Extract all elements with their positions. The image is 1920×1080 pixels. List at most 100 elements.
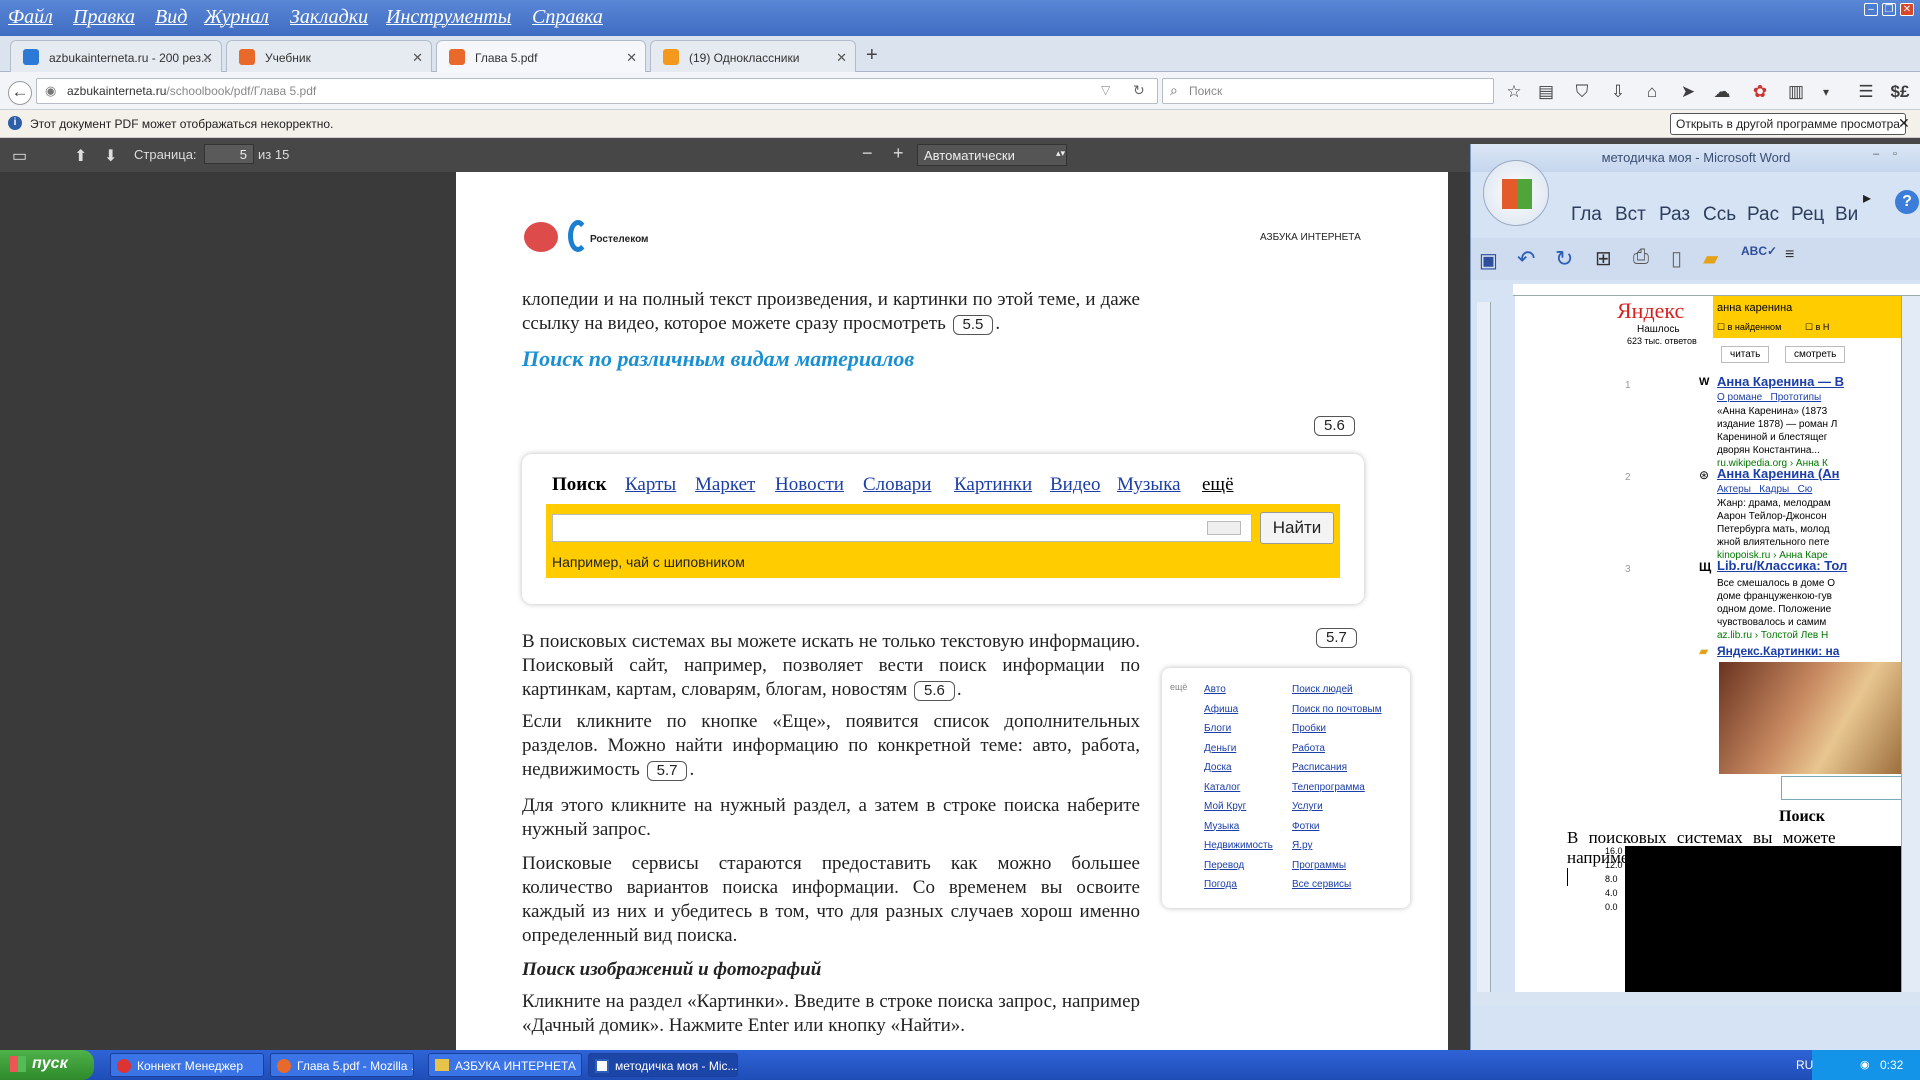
tab-label: azbukainternetа.ru - 200 рез... [49,51,212,65]
diagram-icon[interactable]: ⊞ [1595,246,1612,271]
ribbon-tab[interactable]: Раз [1659,204,1690,226]
ribbon-tab[interactable]: Гла [1571,204,1602,226]
vertical-scrollbar[interactable] [1901,296,1920,992]
close-icon[interactable]: ✕ [626,50,637,66]
close-icon[interactable]: ✕ [412,50,423,66]
bookmark-star-icon[interactable]: ☆ [1504,82,1524,102]
ribbon-tab[interactable]: Вст [1615,204,1646,226]
url-bar[interactable]: ◉ azbukainternetа.ru/schoolbook/pdf/Глав… [36,78,1158,104]
yandex-search-figure: Поиск Карты Маркет Новости Словари Карти… [522,454,1364,604]
start-button[interactable]: пуск [0,1050,94,1080]
currency-icon[interactable]: $£ [1890,82,1910,102]
search-icon [23,49,39,65]
word-maximize-icon[interactable]: ▫ [1893,148,1897,160]
menu-file[interactable]: Файл [8,6,53,29]
reading-list-icon[interactable]: ▤ [1536,82,1556,102]
language-indicator[interactable]: RU [1796,1058,1813,1072]
yandex-example: Например, чай с шиповником [552,554,745,570]
zoom-out-icon[interactable]: − [862,143,873,164]
images-icon: ▰ [1699,644,1709,658]
zoom-select[interactable]: Автоматически ▴▾ [917,144,1067,166]
tab-azbuka-search[interactable]: azbukainternetа.ru - 200 рез... ✕ [10,40,222,72]
result-snippet: доме француженкою-гув [1717,591,1832,602]
ribbon-tab[interactable]: Ви [1835,204,1858,226]
tab-glava5-pdf[interactable]: Глава 5.pdf ✕ [436,40,646,73]
service-link: Деньги [1204,742,1237,754]
save-icon[interactable]: ▣ [1479,248,1498,273]
tab-uchebnik[interactable]: Учебник ✕ [226,40,432,72]
page-header-title: АЗБУКА ИНТЕРНЕТА [1260,232,1361,243]
read-button: читать [1721,346,1770,363]
ribbon-tab[interactable]: Рас [1747,204,1779,226]
yandex-count: 623 тыс. ответов [1627,336,1697,346]
more-dropdown-icon[interactable]: ▾ [1816,82,1836,102]
prev-page-icon[interactable]: ⬆ [74,146,87,166]
ribbon-tab[interactable]: Рец [1791,204,1824,226]
redo-icon[interactable]: ↻ [1555,246,1573,272]
minimize-button[interactable]: – [1864,3,1878,16]
next-page-icon[interactable]: ⬇ [104,146,117,166]
taskbar-item[interactable]: Глава 5.pdf - Mozilla ... [270,1053,414,1077]
subheading: Поиск изображений и фотографий [522,959,822,980]
more-icon[interactable]: ≡ [1785,246,1794,264]
paragraph-text: клопедии и на полный текст произведения,… [522,289,1140,334]
ribbon-scroll-icon[interactable]: ▸ [1863,188,1871,208]
undo-icon[interactable]: ↶ [1517,246,1535,272]
sidebar-toggle-icon[interactable]: ▭ [12,146,27,166]
taskbar-item[interactable]: АЗБУКА ИНТЕРНЕТА [428,1053,582,1077]
new-tab-icon[interactable]: + [866,44,878,67]
folder-icon [435,1059,449,1071]
page-total: из 15 [258,147,290,162]
yandex-tab: Новости [775,474,844,495]
pocket-icon[interactable]: ⛉ [1572,82,1592,102]
home-icon[interactable]: ⌂ [1642,82,1662,102]
menu-icon[interactable]: ☰ [1856,82,1876,102]
menu-view[interactable]: Вид [155,6,187,29]
service-link: Я.ру [1292,840,1313,851]
yandex-query: анна каренина [1717,302,1793,314]
chat-icon[interactable]: ☁ [1712,82,1732,102]
taskbar-item[interactable]: Коннект Менеджер [110,1053,264,1077]
horizontal-scrollbar[interactable] [1471,992,1920,1006]
taskbar-label: АЗБУКА ИНТЕРНЕТА [455,1059,576,1073]
send-icon[interactable]: ➤ [1678,82,1698,102]
help-icon[interactable]: ? [1895,190,1919,214]
close-icon[interactable]: ✕ [836,50,847,66]
menu-bookmarks[interactable]: Закладки [290,6,368,29]
network-icon[interactable]: ◉ [1860,1058,1870,1071]
addon-icon[interactable]: ✿ [1750,82,1770,102]
page-number-input[interactable]: 5 [204,144,254,164]
paragraph-0: клопедии и на полный текст произведения,… [522,289,1140,335]
close-icon[interactable]: ✕ [1898,115,1910,132]
open-folder-icon[interactable]: ▰ [1703,246,1718,271]
warning-text: Этот документ PDF может отображаться нек… [30,117,334,131]
menu-edit[interactable]: Правка [73,6,135,29]
result-title: Анна Каренина (Ан [1717,466,1840,481]
menu-tools[interactable]: Инструменты [386,6,511,29]
spellcheck-icon[interactable]: ABC✓ [1741,244,1777,258]
download-icon[interactable]: ⇩ [1608,82,1628,102]
office-button[interactable] [1483,160,1549,226]
taskbar-item[interactable]: методичка моя - Mic... [588,1053,738,1077]
maximize-button[interactable]: ❐ [1882,3,1896,16]
tab-odnoklassniki[interactable]: (19) Одноклассники ✕ [650,40,856,72]
horizontal-ruler [1513,284,1920,296]
clipboard-icon[interactable]: ▥ [1786,82,1806,102]
reload-icon[interactable]: ↻ [1133,82,1145,99]
word-window: методичка моя - Microsoft Word – ▫ Гла Вс… [1470,144,1920,1050]
menu-help[interactable]: Справка [532,6,603,29]
dropdown-arrow-icon[interactable]: ▽ [1101,83,1110,97]
search-input[interactable]: ⌕ Поиск [1162,78,1494,104]
ribbon-tab[interactable]: Ссь [1703,204,1736,226]
print-icon[interactable]: ⎙ [1633,246,1649,269]
close-icon[interactable]: ✕ [202,50,213,66]
zoom-in-icon[interactable]: + [893,143,904,164]
word-minimize-icon[interactable]: – [1873,148,1879,160]
open-external-button[interactable]: Открыть в другой программе просмотра [1670,113,1906,135]
pdf-icon [449,49,465,65]
new-doc-icon[interactable]: ▯ [1671,246,1682,271]
menu-history[interactable]: Журнал [204,6,269,29]
close-button[interactable]: ✕ [1900,3,1914,16]
back-arrow-icon[interactable]: ← [8,81,32,105]
taskbar-label: Коннект Менеджер [137,1059,244,1073]
